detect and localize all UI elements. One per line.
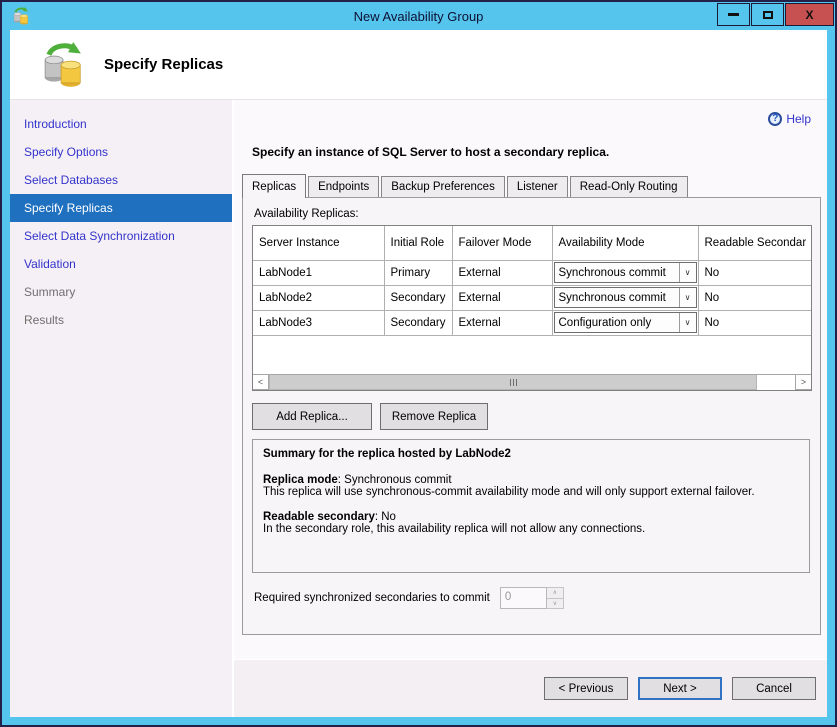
add-replica-button[interactable]: Add Replica... — [252, 403, 372, 430]
cell-server-instance: LabNode1 — [253, 260, 384, 285]
cell-readable-secondary: No — [698, 260, 811, 285]
sidebar-item-validation[interactable]: Validation — [10, 250, 232, 278]
cell-readable-secondary: No — [698, 310, 811, 335]
sidebar-item-specify-replicas[interactable]: Specify Replicas — [10, 194, 232, 222]
availability-mode-dropdown[interactable]: Synchronous commit ∨ — [554, 287, 697, 308]
minimize-icon — [728, 13, 739, 16]
table-row: LabNode1 Primary External Synchronous co… — [253, 260, 811, 285]
tab-backup-preferences[interactable]: Backup Preferences — [381, 176, 505, 197]
sidebar-item-select-data-synchronization[interactable]: Select Data Synchronization — [10, 222, 232, 250]
help-link[interactable]: ? Help — [768, 112, 811, 126]
main-panel: ? Help Specify an instance of SQL Server… — [234, 100, 827, 717]
tab-endpoints[interactable]: Endpoints — [308, 176, 379, 197]
sidebar-item-summary: Summary — [10, 278, 232, 306]
column-header-availability-mode[interactable]: Availability Mode — [552, 226, 698, 260]
cell-server-instance: LabNode2 — [253, 285, 384, 310]
replicas-page-icon — [40, 42, 86, 88]
cell-initial-role: Primary — [384, 260, 452, 285]
column-header-server-instance[interactable]: Server Instance — [253, 226, 384, 260]
tab-read-only-routing[interactable]: Read-Only Routing — [570, 176, 688, 197]
window-title: New Availability Group — [10, 9, 827, 24]
required-secondaries-spinner: 0 ∧ ∨ — [500, 587, 564, 609]
remove-replica-button[interactable]: Remove Replica — [380, 403, 488, 430]
sidebar-item-introduction[interactable]: Introduction — [10, 110, 232, 138]
wizard-steps-sidebar: Introduction Specify Options Select Data… — [10, 100, 232, 717]
grid-empty-area — [253, 336, 811, 375]
scrollbar-track[interactable] — [757, 375, 795, 390]
readable-secondary-description: In the secondary role, this availability… — [263, 523, 799, 535]
close-icon: X — [805, 8, 813, 22]
tab-strip: Replicas Endpoints Backup Preferences Li… — [242, 174, 827, 197]
wizard-header: Specify Replicas — [10, 30, 827, 100]
new-availability-group-window: New Availability Group X Specify Replica… — [0, 0, 837, 727]
chevron-down-icon: ∨ — [679, 313, 696, 332]
titlebar: New Availability Group X — [10, 2, 827, 30]
table-row: LabNode3 Secondary External Configuratio… — [253, 310, 811, 335]
previous-button[interactable]: < Previous — [544, 677, 628, 700]
cell-failover-mode: External — [452, 310, 552, 335]
chevron-down-icon: ∨ — [679, 263, 696, 282]
instruction-text: Specify an instance of SQL Server to hos… — [252, 145, 827, 159]
sidebar-item-specify-options[interactable]: Specify Options — [10, 138, 232, 166]
replicas-tab-page: Availability Replicas: Server Instance I… — [242, 197, 821, 635]
minimize-button[interactable] — [717, 3, 750, 26]
cell-failover-mode: External — [452, 285, 552, 310]
cancel-button[interactable]: Cancel — [732, 677, 816, 700]
chevron-down-icon: ∨ — [679, 288, 696, 307]
help-icon: ? — [768, 112, 782, 126]
spinner-value: 0 — [500, 587, 547, 609]
wizard-footer: < Previous Next > Cancel — [234, 659, 827, 717]
grid-header-row: Server Instance Initial Role Failover Mo… — [253, 226, 811, 260]
replica-summary-panel: Summary for the replica hosted by LabNod… — [252, 439, 810, 573]
spin-down-icon: ∨ — [547, 598, 564, 610]
scroll-left-icon[interactable]: < — [253, 375, 269, 390]
availability-mode-dropdown[interactable]: Synchronous commit ∨ — [554, 262, 697, 283]
availability-replicas-grid: Server Instance Initial Role Failover Mo… — [252, 225, 812, 391]
column-header-readable-secondary[interactable]: Readable Secondar — [698, 226, 811, 260]
availability-mode-dropdown[interactable]: Configuration only ∨ — [554, 312, 697, 333]
maximize-icon — [763, 11, 773, 19]
close-button[interactable]: X — [785, 3, 834, 26]
cell-initial-role: Secondary — [384, 310, 452, 335]
cell-server-instance: LabNode3 — [253, 310, 384, 335]
cell-failover-mode: External — [452, 260, 552, 285]
maximize-button[interactable] — [751, 3, 784, 26]
summary-title: Summary for the replica hosted by LabNod… — [263, 448, 799, 460]
help-label: Help — [786, 112, 811, 126]
tab-listener[interactable]: Listener — [507, 176, 568, 197]
cell-initial-role: Secondary — [384, 285, 452, 310]
next-button[interactable]: Next > — [638, 677, 722, 700]
column-header-initial-role[interactable]: Initial Role — [384, 226, 452, 260]
sidebar-item-select-databases[interactable]: Select Databases — [10, 166, 232, 194]
horizontal-scrollbar[interactable]: < > — [253, 374, 811, 390]
scrollbar-thumb[interactable] — [269, 375, 757, 390]
readable-secondary-line: Readable secondary: No — [263, 511, 799, 523]
page-title: Specify Replicas — [104, 56, 223, 73]
table-row: LabNode2 Secondary External Synchronous … — [253, 285, 811, 310]
window-controls: X — [717, 3, 834, 26]
database-sync-icon — [12, 7, 30, 25]
sidebar-item-results: Results — [10, 306, 232, 334]
scroll-right-icon[interactable]: > — [795, 375, 811, 390]
quorum-row: Required synchronized secondaries to com… — [252, 587, 811, 609]
column-header-failover-mode[interactable]: Failover Mode — [452, 226, 552, 260]
cell-readable-secondary: No — [698, 285, 811, 310]
required-secondaries-label: Required synchronized secondaries to com… — [254, 592, 490, 604]
spin-up-icon: ∧ — [547, 587, 564, 598]
tab-replicas[interactable]: Replicas — [242, 174, 306, 198]
replica-mode-description: This replica will use synchronous-commit… — [263, 486, 799, 498]
replica-mode-line: Replica mode: Synchronous commit — [263, 474, 799, 486]
dialog-content: Specify Replicas Introduction Specify Op… — [10, 30, 827, 717]
availability-replicas-label: Availability Replicas: — [254, 208, 811, 220]
